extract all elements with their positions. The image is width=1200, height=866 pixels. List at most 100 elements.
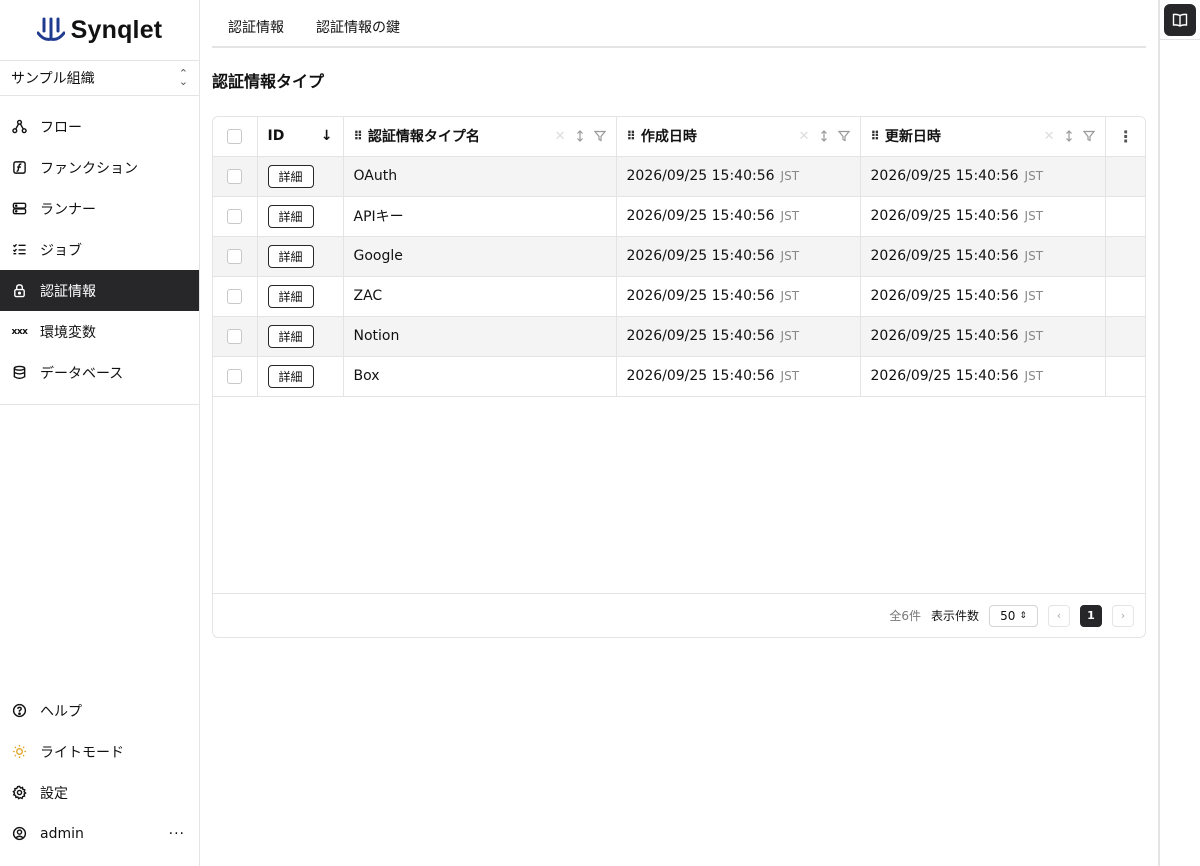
- updated-value: 2026/09/25 15:40:56: [870, 208, 1019, 224]
- tab-credentials[interactable]: 認証情報: [212, 10, 300, 46]
- tab-credential-keys[interactable]: 認証情報の鍵: [300, 10, 416, 46]
- sidebar-item-label: 設定: [40, 785, 68, 802]
- row-checkbox[interactable]: [227, 248, 243, 264]
- filter-icon[interactable]: [837, 130, 850, 142]
- filter-icon[interactable]: [593, 130, 606, 142]
- sidebar-item-job[interactable]: ジョブ: [0, 229, 199, 270]
- sidebar-item-help[interactable]: ヘルプ: [0, 690, 199, 731]
- sidebar-item-settings[interactable]: 設定: [0, 772, 199, 813]
- column-label: ID: [267, 128, 285, 145]
- column-menu-icon[interactable]: ⋮: [1106, 117, 1146, 156]
- timezone-label: JST: [1024, 169, 1044, 183]
- created-value: 2026/09/25 15:40:56: [626, 368, 775, 384]
- timezone-label: JST: [780, 249, 800, 263]
- clear-icon[interactable]: ✕: [1044, 129, 1055, 144]
- book-icon: [1172, 13, 1188, 27]
- pagination-bar: 全6件 表示件数 50 ⇕ ‹ 1 ›: [213, 593, 1145, 637]
- column-label: 認証情報タイプ名: [367, 129, 480, 146]
- sidebar-item-label: 認証情報: [40, 283, 96, 300]
- more-icon[interactable]: ···: [169, 826, 185, 842]
- updated-value: 2026/09/25 15:40:56: [870, 168, 1019, 184]
- sort-desc-icon[interactable]: ↓: [321, 128, 333, 144]
- row-checkbox[interactable]: [227, 368, 243, 384]
- org-name: サンプル組織: [11, 71, 95, 87]
- updated-value: 2026/09/25 15:40:56: [870, 288, 1019, 304]
- sidebar-item-flow[interactable]: フロー: [0, 106, 199, 147]
- sidebar-item-database[interactable]: データベース: [0, 352, 199, 393]
- server-icon: [12, 201, 27, 216]
- table-row[interactable]: 詳細 Google 2026/09/25 15:40:56 JST 2026/09…: [213, 236, 1145, 277]
- detail-button[interactable]: 詳細: [267, 164, 314, 188]
- sidebar-item-user[interactable]: admin ···: [0, 813, 199, 854]
- table-row[interactable]: 詳細 Notion 2026/09/25 15:40:56 JST 2026/09…: [213, 316, 1145, 357]
- updated-value: 2026/09/25 15:40:56: [870, 328, 1019, 344]
- cell-created: 2026/09/25 15:40:56 JST: [616, 236, 861, 277]
- sidebar-item-env-vars[interactable]: xxx 環境変数: [0, 311, 199, 352]
- cell-name: APIキー: [343, 196, 617, 237]
- row-checkbox[interactable]: [227, 208, 243, 224]
- table-body: 詳細 OAuth 2026/09/25 15:40:56 JST 2026/09/…: [213, 156, 1145, 397]
- drag-handle-icon[interactable]: ⠿: [627, 129, 636, 143]
- filter-icon[interactable]: [1082, 130, 1095, 142]
- cell-updated: 2026/09/25 15:40:56 JST: [860, 356, 1106, 397]
- sidebar: Synqlet サンプル組織 ⌃ ⌄ フロー ファンクション ランナー ジョブ 認…: [0, 0, 200, 866]
- timezone-label: JST: [780, 329, 800, 343]
- total-count: 全6件: [889, 609, 921, 623]
- column-header-created[interactable]: ⠿ 作成日時 ✕: [616, 117, 861, 157]
- detail-button[interactable]: 詳細: [267, 204, 314, 228]
- sidebar-item-credentials[interactable]: 認証情報: [0, 270, 199, 311]
- created-value: 2026/09/25 15:40:56: [626, 208, 775, 224]
- sort-icon[interactable]: [574, 130, 586, 143]
- timezone-label: JST: [780, 209, 800, 223]
- flow-icon: [12, 119, 27, 134]
- page-button-current[interactable]: 1: [1080, 604, 1102, 627]
- sort-icon[interactable]: [1063, 130, 1075, 143]
- gear-icon: [12, 785, 27, 800]
- column-header-name[interactable]: ⠿ 認証情報タイプ名 ✕: [343, 117, 617, 157]
- next-page-button[interactable]: ›: [1112, 604, 1134, 627]
- help-icon: [12, 703, 27, 718]
- page-size-select[interactable]: 50 ⇕: [989, 604, 1038, 627]
- org-selector[interactable]: サンプル組織 ⌃ ⌄: [0, 60, 199, 96]
- detail-button[interactable]: 詳細: [267, 244, 314, 268]
- sort-icon[interactable]: [818, 130, 830, 143]
- table-row[interactable]: 詳細 APIキー 2026/09/25 15:40:56 JST 2026/09/…: [213, 196, 1145, 237]
- table-row[interactable]: 詳細 ZAC 2026/09/25 15:40:56 JST 2026/09/25…: [213, 276, 1145, 317]
- select-all-checkbox[interactable]: [227, 128, 243, 144]
- column-header-updated[interactable]: ⠿ 更新日時 ✕: [860, 117, 1106, 157]
- created-value: 2026/09/25 15:40:56: [626, 248, 775, 264]
- cell-updated: 2026/09/25 15:40:56 JST: [860, 276, 1106, 317]
- detail-button[interactable]: 詳細: [267, 284, 314, 308]
- drag-handle-icon[interactable]: ⠿: [354, 129, 363, 143]
- table-row[interactable]: 詳細 OAuth 2026/09/25 15:40:56 JST 2026/09/…: [213, 156, 1145, 197]
- cell-name: Box: [343, 356, 617, 397]
- column-header-id[interactable]: ID ↓: [257, 117, 344, 157]
- timezone-label: JST: [1024, 209, 1044, 223]
- row-checkbox[interactable]: [227, 168, 243, 184]
- page-size-label: 表示件数: [930, 609, 979, 623]
- table-row[interactable]: 詳細 Box 2026/09/25 15:40:56 JST 2026/09/25…: [213, 356, 1145, 397]
- sidebar-item-function[interactable]: ファンクション: [0, 147, 199, 188]
- drag-handle-icon[interactable]: ⠿: [871, 129, 880, 143]
- clear-icon[interactable]: ✕: [555, 129, 566, 144]
- clear-icon[interactable]: ✕: [799, 129, 810, 144]
- timezone-label: JST: [780, 169, 800, 183]
- row-checkbox[interactable]: [227, 328, 243, 344]
- logo[interactable]: Synqlet: [0, 0, 199, 60]
- cell-updated: 2026/09/25 15:40:56 JST: [860, 156, 1106, 197]
- docs-button[interactable]: [1164, 3, 1196, 36]
- row-checkbox[interactable]: [227, 288, 243, 304]
- chevron-updown-icon: ⌃ ⌄: [178, 67, 188, 88]
- prev-page-button[interactable]: ‹: [1048, 604, 1070, 627]
- cell-name: OAuth: [343, 156, 617, 197]
- detail-button[interactable]: 詳細: [267, 324, 314, 348]
- sidebar-item-light-mode[interactable]: ライトモード: [0, 731, 199, 772]
- updated-value: 2026/09/25 15:40:56: [870, 248, 1019, 264]
- cell-created: 2026/09/25 15:40:56 JST: [616, 316, 861, 357]
- sidebar-item-runner[interactable]: ランナー: [0, 188, 199, 229]
- sidebar-item-label: ヘルプ: [40, 703, 82, 720]
- sidebar-nav: フロー ファンクション ランナー ジョブ 認証情報 xxx 環境変数 データベー…: [0, 96, 199, 405]
- detail-button[interactable]: 詳細: [267, 364, 314, 388]
- list-check-icon: [12, 242, 27, 257]
- cell-updated: 2026/09/25 15:40:56 JST: [860, 196, 1106, 237]
